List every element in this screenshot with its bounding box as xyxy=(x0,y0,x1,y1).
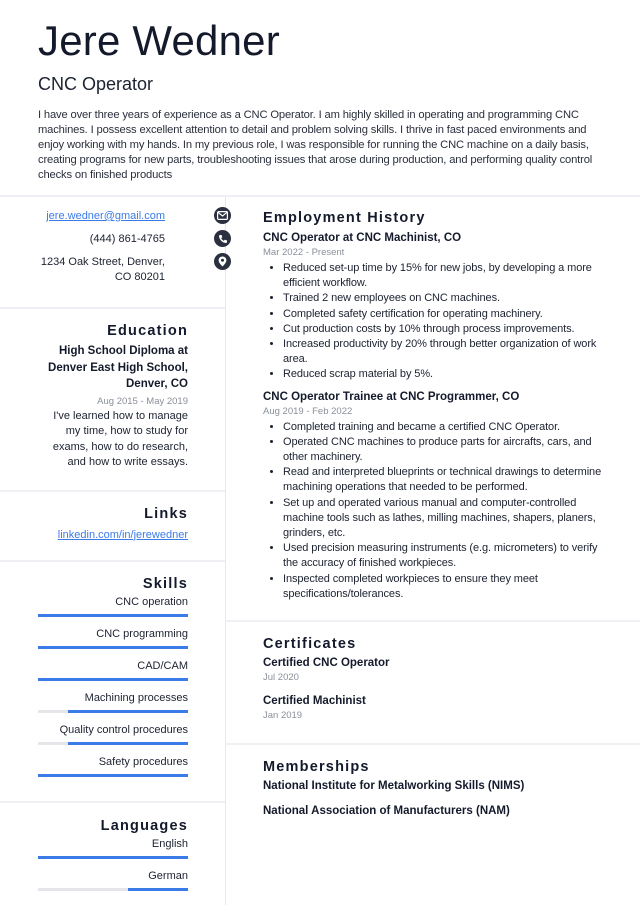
skill-name: Safety procedures xyxy=(98,755,188,768)
profile-summary: I have over three years of experience as… xyxy=(38,109,593,181)
job-bullet: Operated CNC machines to produce parts f… xyxy=(283,435,610,465)
left-column: jere.wedner@gmail.com (444) 861-4765 123… xyxy=(0,197,231,901)
job-dates: Mar 2022 - Present xyxy=(263,247,345,258)
job-bullet: Completed safety certification for opera… xyxy=(283,307,610,322)
job-entry: CNC Operator Trainee at CNC Programmer, … xyxy=(263,389,610,602)
language-level-fill xyxy=(128,887,188,891)
skill-level-fill xyxy=(38,645,188,649)
job-dates: Aug 2019 - Feb 2022 xyxy=(263,405,353,417)
right-column: Employment History CNC Operator at CNC M… xyxy=(226,197,640,819)
skill-level-fill xyxy=(68,709,188,713)
skill-name: CAD/CAM xyxy=(137,659,188,672)
memberships-heading: Memberships xyxy=(263,759,370,776)
job-bullet: Inspected completed workpieces to ensure… xyxy=(283,572,610,602)
job-bullet: Reduced set-up time by 15% for new jobs,… xyxy=(283,261,610,291)
skill-name: CNC operation xyxy=(115,595,188,608)
job-title: CNC Operator at CNC Machinist, CO xyxy=(263,232,462,244)
skill-level-bar xyxy=(38,741,188,745)
skill-level-bar xyxy=(38,645,188,649)
email-link[interactable]: jere.wedner@gmail.com xyxy=(38,207,165,224)
skill-level-fill xyxy=(68,741,188,745)
job-title: CNC Operator xyxy=(38,74,154,94)
skill-level-fill xyxy=(38,613,188,617)
education-dates: Aug 2015 - May 2019 xyxy=(97,395,188,407)
skill-level-fill xyxy=(38,677,188,681)
certificate-entry: Certified CNC Operator Jul 2020 xyxy=(263,655,610,685)
candidate-name: Jere Wedner xyxy=(38,17,280,64)
job-bullets: Completed training and became a certifie… xyxy=(263,420,610,602)
job-title: CNC Operator Trainee at CNC Programmer, … xyxy=(263,390,520,403)
job-bullet: Cut production costs by 10% through proc… xyxy=(283,322,610,337)
job-bullet: Set up and operated various manual and c… xyxy=(283,496,610,542)
contact-section: jere.wedner@gmail.com (444) 861-4765 123… xyxy=(0,197,231,309)
job-bullet: Used precision measuring instruments (e.… xyxy=(283,541,610,571)
membership-item: National Institute for Metalworking Skil… xyxy=(263,780,525,793)
skill-level-bar xyxy=(38,613,188,617)
languages-list: English German xyxy=(38,837,188,891)
certificate-date: Jul 2020 xyxy=(263,672,299,684)
skill-level-bar xyxy=(38,677,188,681)
links-section: Links linkedin.com/in/jerewedner xyxy=(0,492,225,562)
address: 1234 Oak Street, Denver, CO 80201 xyxy=(40,256,165,283)
certificates-list: Certified CNC Operator Jul 2020 Certified … xyxy=(263,655,610,723)
job-bullet: Trained 2 new employees on CNC machines. xyxy=(283,291,610,306)
job-bullets: Reduced set-up time by 15% for new jobs,… xyxy=(263,261,610,383)
education-degree: High School Diploma at Denver East High … xyxy=(48,345,188,390)
language-name: German xyxy=(148,869,188,882)
employment-section: Employment History CNC Operator at CNC M… xyxy=(226,197,640,623)
memberships-section: Memberships National Institute for Metal… xyxy=(226,745,640,819)
phone-number: (444) 861-4765 xyxy=(89,233,165,245)
education-heading: Education xyxy=(107,323,188,339)
skill-level-fill xyxy=(38,773,188,777)
certificate-date: Jan 2019 xyxy=(263,710,303,722)
language-level-bar xyxy=(38,855,188,859)
resume-header: Jere Wedner CNC Operator I have over thr… xyxy=(38,14,608,183)
job-bullet: Reduced scrap material by 5%. xyxy=(283,367,610,382)
skills-heading: Skills xyxy=(142,575,188,592)
education-description: I've learned how to manage my time, how … xyxy=(52,409,188,469)
certificates-heading: Certificates xyxy=(263,636,357,653)
languages-section: Languages English German xyxy=(0,803,225,891)
skills-list: CNC operation CNC programming CAD/CAM Machi… xyxy=(38,595,188,777)
education-section: Education High School Diploma at Denver … xyxy=(0,309,225,492)
language-name: English xyxy=(151,837,188,850)
skill-name: Quality control procedures xyxy=(59,723,188,736)
language-level-bar xyxy=(38,887,188,891)
skill-level-bar xyxy=(38,709,188,713)
contact-phone-row: (444) 861-4765 xyxy=(38,230,231,253)
certificate-name: Certified Machinist xyxy=(263,695,366,708)
skill-name: CNC programming xyxy=(96,627,188,640)
certificates-section: Certificates Certified CNC Operator Jul 2… xyxy=(226,622,640,746)
job-bullet: Completed training and became a certifie… xyxy=(283,420,610,435)
skill-level-bar xyxy=(38,773,188,777)
skills-section: Skills CNC operation CNC programming CAD/C… xyxy=(0,562,225,803)
language-level-fill xyxy=(38,855,188,859)
contact-email-row: jere.wedner@gmail.com xyxy=(38,207,231,230)
employment-heading: Employment History xyxy=(263,210,426,226)
job-entry: CNC Operator at CNC Machinist, CO Mar 202… xyxy=(263,230,610,383)
membership-item: National Association of Manufacturers (N… xyxy=(263,805,510,818)
linkedin-link[interactable]: linkedin.com/in/jerewedner xyxy=(38,528,188,543)
job-bullet: Increased productivity by 20% through be… xyxy=(283,337,610,367)
memberships-list: National Institute for Metalworking Skil… xyxy=(263,778,610,819)
languages-heading: Languages xyxy=(100,817,188,834)
skill-name: Machining processes xyxy=(84,691,188,704)
contact-address-row: 1234 Oak Street, Denver, CO 80201 xyxy=(38,253,231,287)
links-heading: Links xyxy=(144,505,188,522)
job-bullet: Read and interpreted blueprints or techn… xyxy=(283,465,610,495)
jobs-list: CNC Operator at CNC Machinist, CO Mar 202… xyxy=(263,230,610,602)
certificate-name: Certified CNC Operator xyxy=(263,657,390,670)
certificate-entry: Certified Machinist Jan 2019 xyxy=(263,693,610,723)
